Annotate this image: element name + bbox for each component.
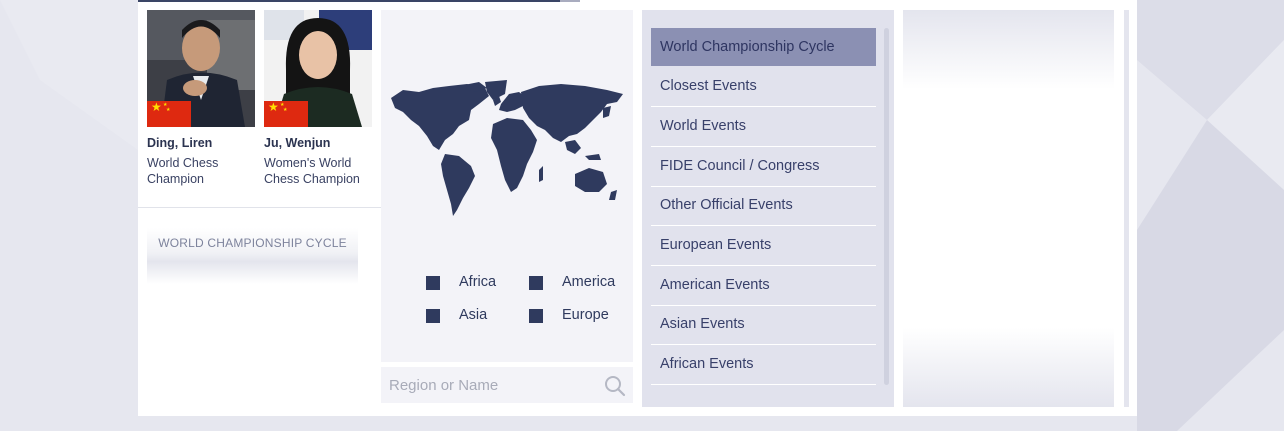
category-label: European Events [660, 237, 772, 253]
world-championship-cycle-button[interactable]: WORLD CHAMPIONSHIP CYCLE [147, 228, 358, 284]
button-label: WORLD CHAMPIONSHIP CYCLE [158, 236, 347, 250]
champion-name[interactable]: Ding, Liren [147, 136, 212, 150]
region-america-south [441, 154, 475, 216]
category-label: African Events [660, 356, 754, 372]
legend-label: America [562, 274, 616, 290]
category-label: World Events [660, 118, 746, 134]
legend-swatch [529, 309, 543, 323]
legend-swatch [426, 309, 440, 323]
category-label: Other Official Events [660, 197, 793, 213]
legend-label: Africa [459, 274, 497, 290]
region-africa [491, 118, 537, 192]
top-accent-bar-light [560, 0, 580, 2]
champion-photo[interactable]: ★ ★ ★ [147, 10, 255, 127]
search-box [381, 367, 633, 403]
legend-swatch [426, 276, 440, 290]
legend-label: Europe [562, 307, 609, 323]
category-label: Closest Events [660, 78, 757, 94]
category-closest-events[interactable]: Closest Events [651, 67, 876, 107]
category-label: Asian Events [660, 316, 745, 332]
top-accent-bar [138, 0, 560, 2]
region-oceania [575, 168, 607, 192]
divider [138, 207, 381, 208]
category-label: American Events [660, 277, 770, 293]
champion-photo[interactable]: ★ ★ ★ [264, 10, 372, 127]
side-panel-edge [1124, 10, 1129, 407]
category-european-events[interactable]: European Events [651, 226, 876, 266]
region-america-north [391, 84, 489, 150]
category-asian-events[interactable]: Asian Events [651, 305, 876, 345]
search-input[interactable] [381, 367, 599, 403]
category-label: World Championship Cycle [660, 39, 835, 55]
legend-swatch [529, 276, 543, 290]
champion-name[interactable]: Ju, Wenjun [264, 136, 330, 150]
search-icon[interactable] [604, 375, 626, 397]
category-other-official-events[interactable]: Other Official Events [651, 186, 876, 226]
category-label: FIDE Council / Congress [660, 158, 820, 174]
category-scrollbar[interactable] [884, 28, 889, 385]
category-american-events[interactable]: American Events [651, 266, 876, 306]
legend-label: Asia [459, 307, 488, 323]
champion-title: World Chess Champion [147, 156, 219, 186]
background-pattern-left [0, 0, 138, 150]
category-world-championship-cycle[interactable]: World Championship Cycle [651, 28, 876, 66]
world-map[interactable] [389, 80, 625, 218]
background-pattern [1137, 0, 1284, 431]
category-african-events[interactable]: African Events [651, 345, 876, 385]
champion-title: Women's World Chess Champion [264, 156, 360, 186]
category-world-events[interactable]: World Events [651, 107, 876, 147]
china-flag-icon: ★ ★ ★ [147, 101, 191, 127]
side-panel [903, 10, 1114, 407]
china-flag-icon: ★ ★ ★ [264, 101, 308, 127]
category-fide-council-congress[interactable]: FIDE Council / Congress [651, 147, 876, 187]
